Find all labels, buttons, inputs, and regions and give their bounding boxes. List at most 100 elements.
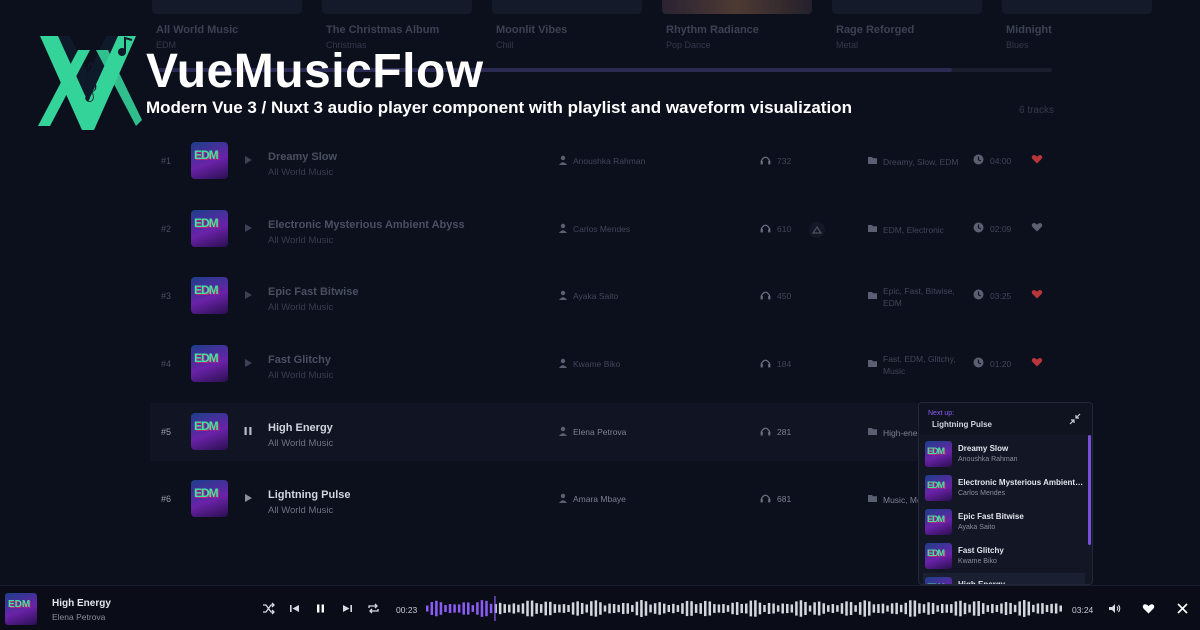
track-title[interactable]: Lightning Pulse — [268, 489, 351, 501]
track-title[interactable]: Dreamy Slow — [268, 151, 337, 163]
track-cover: EDM — [191, 277, 228, 314]
album-card[interactable]: Rhythm Radiance Pop Dance — [662, 0, 822, 60]
waveform-bar — [694, 604, 698, 613]
track-album: All World Music — [268, 438, 334, 449]
track-row[interactable]: #3 EDM Epic Fast Bitwise All World Music… — [150, 267, 1090, 325]
waveform-bar — [672, 603, 675, 614]
waveform-bar — [977, 601, 980, 616]
pause-icon[interactable] — [242, 425, 254, 437]
user-icon — [559, 426, 567, 436]
play-icon[interactable] — [242, 357, 254, 369]
waveform-bar — [685, 600, 689, 617]
waveform-bar — [868, 601, 871, 616]
waveform-bar — [754, 600, 757, 617]
heart-icon[interactable] — [1031, 153, 1043, 165]
heart-icon[interactable] — [1031, 221, 1043, 233]
tags-icon — [868, 428, 877, 435]
waveform-bar — [594, 600, 598, 617]
previous-icon[interactable] — [288, 602, 301, 615]
cover-text: EDM — [927, 548, 945, 558]
like-icon[interactable] — [1142, 602, 1155, 615]
waveform-bar — [681, 603, 684, 614]
waveform-bar — [872, 604, 876, 613]
track-row[interactable]: #1 EDM Dreamy Slow All World Music Anous… — [150, 132, 1090, 190]
next-up-item[interactable]: EDM Dreamy Slow Anoushka Rahman — [923, 437, 1085, 470]
waveform-bar — [448, 604, 452, 613]
waveform-bar — [435, 600, 438, 617]
track-album: All World Music — [268, 235, 334, 246]
track-title[interactable]: Epic Fast Bitwise — [268, 286, 358, 298]
waveform-bar — [590, 601, 593, 616]
waveform-bar — [603, 605, 607, 612]
album-card[interactable]: Moonlit Vibes Chill — [492, 0, 652, 60]
play-count: 281 — [777, 427, 792, 437]
waveform-bar — [667, 604, 671, 613]
track-cover: EDM — [191, 413, 228, 450]
clock-icon — [973, 289, 984, 300]
waveform-bar — [945, 604, 949, 613]
waveform-bar — [717, 604, 721, 613]
cloud-icon[interactable] — [808, 222, 826, 238]
shuffle-icon[interactable] — [262, 602, 275, 615]
waveform-bar — [758, 602, 762, 615]
waveform-bar — [913, 600, 917, 617]
cover-text: EDM — [194, 351, 219, 365]
album-card[interactable]: Midnight Blues — [1002, 0, 1162, 60]
waveform-bar — [631, 605, 634, 612]
next-up-item-title: Dreamy Slow — [958, 444, 1009, 453]
waveform-seekbar[interactable] — [426, 596, 1064, 621]
play-count: 450 — [777, 291, 792, 301]
album-card[interactable]: Rage Reforged Metal — [832, 0, 992, 60]
waveform-bar — [699, 603, 702, 614]
cover-text: EDM — [194, 419, 219, 433]
next-up-item[interactable]: EDM Epic Fast Bitwise Ayaka Saito — [923, 505, 1085, 538]
next-up-item-title: Fast Glitchy — [958, 546, 1004, 555]
next-up-item[interactable]: EDM Electronic Mysterious Ambient… Carlo… — [923, 471, 1085, 504]
next-up-header: Next up: Lightning Pulse — [919, 403, 1092, 435]
play-icon[interactable] — [242, 492, 254, 504]
heart-icon[interactable] — [1031, 288, 1043, 300]
album-genre: Chill — [496, 40, 514, 50]
pause-icon[interactable] — [314, 602, 327, 615]
waveform-bar — [1059, 605, 1062, 612]
waveform-bar — [972, 601, 976, 616]
close-icon[interactable] — [1176, 602, 1189, 615]
waveform-bar — [508, 604, 511, 613]
next-up-item[interactable]: EDM High Energy — [923, 573, 1085, 584]
track-number: #6 — [161, 494, 172, 504]
waveform-bar — [713, 604, 716, 613]
collapse-icon[interactable] — [1069, 413, 1081, 425]
next-up-scrollbar[interactable] — [1088, 435, 1091, 545]
waveform-bar — [836, 605, 839, 612]
waveform-bar — [644, 601, 648, 616]
playhead[interactable] — [494, 596, 496, 621]
track-row[interactable]: #2 EDM Electronic Mysterious Ambient Aby… — [150, 200, 1090, 258]
play-icon[interactable] — [242, 289, 254, 301]
track-row[interactable]: #4 EDM Fast Glitchy All World Music Kwam… — [150, 335, 1090, 393]
track-duration: 04:00 — [990, 156, 1012, 166]
volume-icon[interactable] — [1108, 602, 1121, 615]
repeat-icon[interactable] — [367, 602, 380, 615]
waveform-bar — [726, 605, 730, 612]
tags-icon — [868, 157, 877, 164]
track-artist: Kwame Biko — [573, 359, 621, 369]
cover-text: EDM — [194, 486, 219, 500]
album-genre: Blues — [1006, 40, 1029, 50]
svg-text:𝄞: 𝄞 — [78, 61, 98, 102]
next-up-cover: EDM — [925, 441, 952, 467]
play-icon[interactable] — [242, 222, 254, 234]
next-up-item[interactable]: EDM Fast Glitchy Kwame Biko — [923, 539, 1085, 572]
album-cover — [662, 0, 812, 14]
track-title[interactable]: High Energy — [268, 422, 333, 434]
track-album: All World Music — [268, 370, 334, 381]
track-title[interactable]: Electronic Mysterious Ambient Abyss — [268, 219, 465, 231]
waveform-bar — [745, 603, 748, 614]
heart-icon[interactable] — [1031, 356, 1043, 368]
album-name: Midnight — [1006, 24, 1052, 36]
next-icon[interactable] — [341, 602, 354, 615]
waveform-bar — [1009, 602, 1012, 615]
play-icon[interactable] — [242, 154, 254, 166]
waveform-bar — [858, 602, 862, 615]
track-title[interactable]: Fast Glitchy — [268, 354, 331, 366]
brand-tagline: Modern Vue 3 / Nuxt 3 audio player compo… — [146, 98, 852, 117]
